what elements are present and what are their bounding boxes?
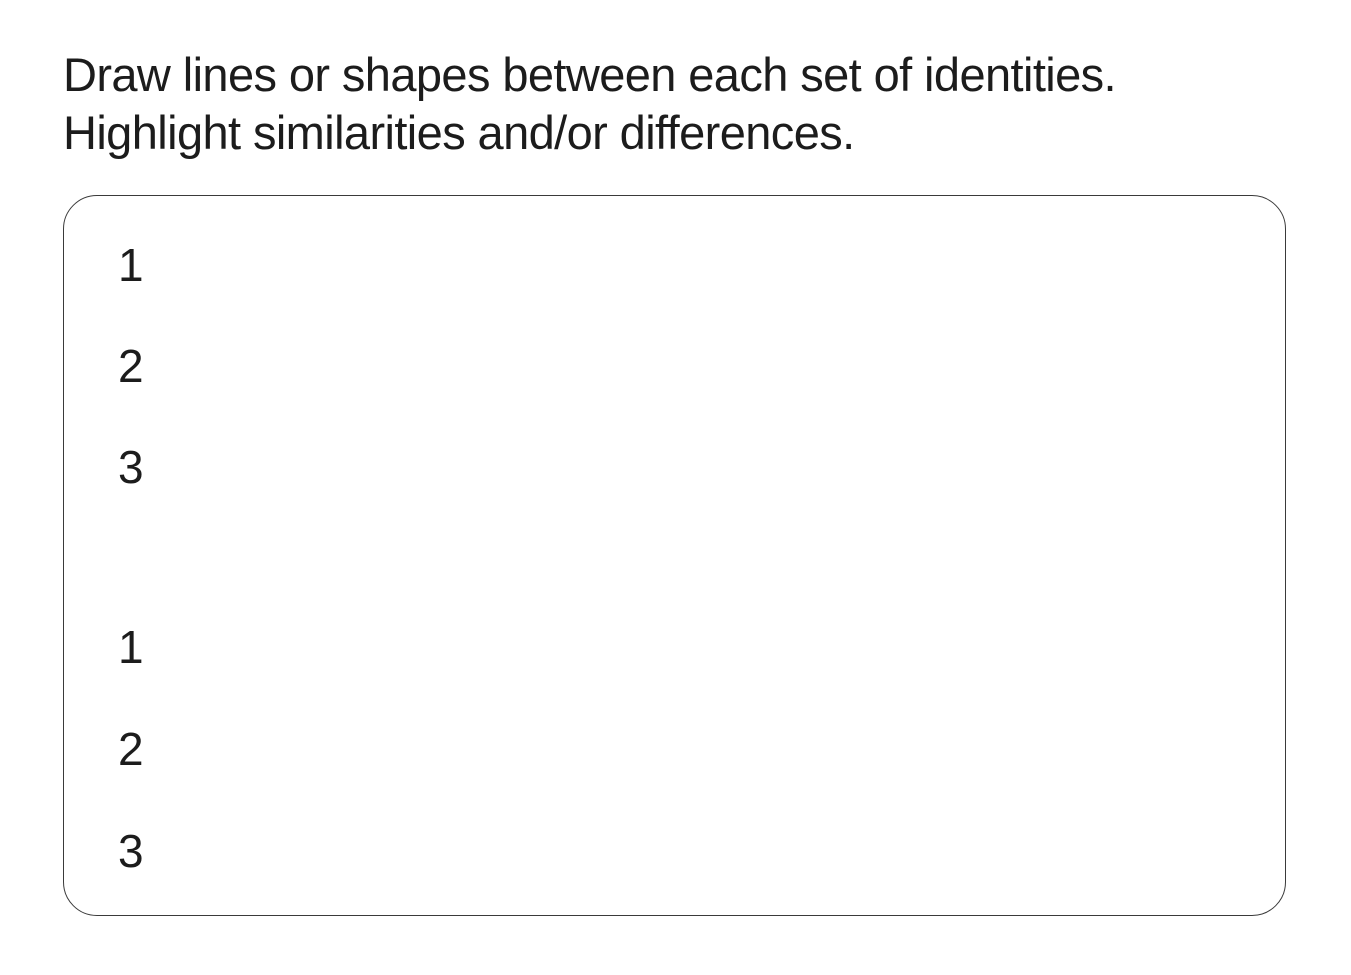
set-b-number-2: 2	[118, 723, 144, 775]
set-a-number-2: 2	[118, 340, 144, 392]
set-a-number-1: 1	[118, 239, 144, 291]
instructions-text: Draw lines or shapes between each set of…	[63, 46, 1263, 162]
set-a-number-3: 3	[118, 441, 144, 493]
instruction-line-1: Draw lines or shapes between each set of…	[63, 48, 1117, 101]
drawing-area[interactable]	[63, 195, 1286, 916]
set-b-number-1: 1	[118, 621, 144, 673]
set-b-number-3: 3	[118, 825, 144, 877]
instruction-line-2: Highlight similarities and/or difference…	[63, 106, 855, 159]
